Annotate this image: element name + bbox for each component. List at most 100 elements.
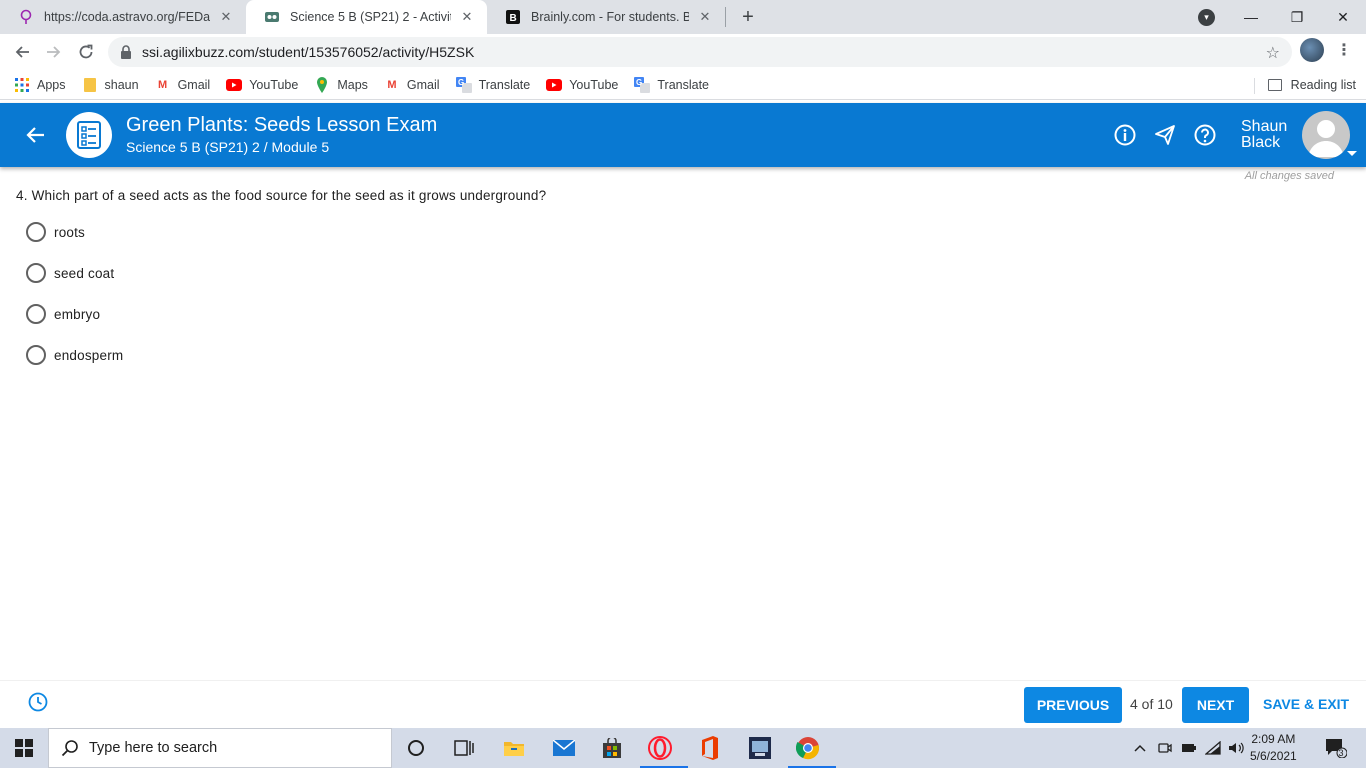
option-label: roots xyxy=(54,224,86,240)
answer-option-seed-coat[interactable]: seed coat xyxy=(26,263,114,283)
back-arrow-icon[interactable] xyxy=(24,123,48,147)
store-icon[interactable] xyxy=(592,732,632,764)
tab-separator xyxy=(725,7,726,27)
tab-title: Science 5 B (SP21) 2 - Activities xyxy=(290,10,451,24)
bookmark-star-icon[interactable]: ☆ xyxy=(1266,43,1280,63)
volume-icon[interactable] xyxy=(1226,728,1246,768)
bookmark-shaun[interactable]: shaun xyxy=(82,77,139,93)
mail-icon[interactable] xyxy=(544,732,584,764)
action-center-icon[interactable]: 3 xyxy=(1322,728,1350,768)
radio-button[interactable] xyxy=(26,263,46,283)
app-header: Green Plants: Seeds Lesson Exam Science … xyxy=(0,103,1366,167)
answer-option-roots[interactable]: roots xyxy=(26,222,85,242)
reload-icon[interactable] xyxy=(70,36,102,68)
bookmark-apps[interactable]: Apps xyxy=(14,77,66,93)
bookmark-translate[interactable]: G Translate xyxy=(634,76,709,93)
tab-title: https://coda.astravo.org/FEDashb xyxy=(44,10,210,24)
exam-footer: PREVIOUS 4 of 10 NEXT SAVE & EXIT xyxy=(0,680,1366,728)
exam-icon xyxy=(66,112,112,158)
gmail-icon: M xyxy=(387,78,397,91)
browser-toolbar: ssi.agilixbuzz.com/student/153576052/act… xyxy=(0,34,1366,70)
close-window-icon[interactable]: ✕ xyxy=(1320,0,1366,34)
restore-icon[interactable]: ❐ xyxy=(1274,0,1320,34)
bookmark-translate[interactable]: G Translate xyxy=(455,76,530,93)
address-bar[interactable]: ssi.agilixbuzz.com/student/153576052/act… xyxy=(108,37,1292,67)
send-icon[interactable] xyxy=(1153,123,1177,147)
tab-search-icon[interactable]: ▾ xyxy=(1198,9,1215,26)
info-icon[interactable] xyxy=(1113,123,1137,147)
wifi-icon[interactable] xyxy=(1203,728,1223,768)
bookmarks-bar: Apps shaun M Gmail YouTube Maps M Gmail … xyxy=(0,70,1366,100)
translate-icon: G xyxy=(455,76,472,93)
battery-icon[interactable] xyxy=(1179,728,1199,768)
browser-menu-icon[interactable]: ⋮ xyxy=(1336,40,1352,60)
option-label: embryo xyxy=(54,306,101,322)
svg-text:B: B xyxy=(510,13,517,24)
next-button[interactable]: NEXT xyxy=(1182,687,1249,723)
lightbulb-icon xyxy=(18,9,34,25)
reading-list-button[interactable]: Reading list xyxy=(1267,70,1356,100)
cortana-icon[interactable] xyxy=(396,732,436,764)
tab-strip: https://coda.astravo.org/FEDashb ✕ Scien… xyxy=(0,0,1366,34)
save-status: All changes saved xyxy=(1244,170,1334,182)
bookmark-divider xyxy=(1254,78,1255,94)
answer-option-endosperm[interactable]: endosperm xyxy=(26,345,123,365)
bookmark-maps[interactable]: Maps xyxy=(314,76,368,93)
bookmark-label: YouTube xyxy=(249,77,299,92)
page-title: Green Plants: Seeds Lesson Exam xyxy=(126,114,438,136)
close-tab-icon[interactable]: ✕ xyxy=(697,9,713,25)
clock-date: 5/6/2021 xyxy=(1250,749,1297,763)
translate-icon: G xyxy=(634,76,651,93)
help-icon[interactable] xyxy=(1193,123,1217,147)
system-clock[interactable]: 2:09 AM 5/6/2021 xyxy=(1250,731,1297,765)
bookmark-gmail[interactable]: M Gmail xyxy=(155,77,210,93)
lock-icon[interactable] xyxy=(120,45,132,59)
clock-icon[interactable] xyxy=(28,692,48,712)
save-exit-button[interactable]: SAVE & EXIT xyxy=(1263,696,1349,712)
bookmark-youtube[interactable]: YouTube xyxy=(546,77,618,93)
taskbar-search-input[interactable]: Type here to search xyxy=(48,728,392,768)
notification-count: 3 xyxy=(1338,748,1344,758)
file-explorer-icon[interactable] xyxy=(494,732,534,764)
show-hidden-icons-icon[interactable] xyxy=(1130,728,1150,768)
previous-button[interactable]: PREVIOUS xyxy=(1024,687,1122,723)
tab-brainly[interactable]: B Brainly.com - For students. By stu ✕ xyxy=(487,0,725,34)
chrome-icon[interactable] xyxy=(788,732,836,768)
url-text: ssi.agilixbuzz.com/student/153576052/act… xyxy=(142,44,475,60)
brainly-icon: B xyxy=(505,9,521,25)
maps-icon xyxy=(314,76,330,93)
new-tab-button[interactable]: + xyxy=(734,3,762,31)
radio-button[interactable] xyxy=(26,222,46,242)
user-last-name: Black xyxy=(1241,134,1281,151)
search-icon xyxy=(61,739,79,757)
reading-list-icon xyxy=(1267,79,1282,91)
forward-icon[interactable] xyxy=(38,36,70,68)
close-tab-icon[interactable]: ✕ xyxy=(459,9,475,25)
app-icon[interactable] xyxy=(740,732,780,764)
radio-button[interactable] xyxy=(26,304,46,324)
profile-avatar[interactable] xyxy=(1300,38,1324,62)
meet-now-icon[interactable] xyxy=(1155,728,1175,768)
user-menu-caret-icon[interactable] xyxy=(1347,151,1357,156)
bookmark-label: Apps xyxy=(37,77,66,92)
radio-button[interactable] xyxy=(26,345,46,365)
apps-grid-icon xyxy=(14,77,30,93)
task-view-icon[interactable] xyxy=(444,732,484,764)
tab-science-activities[interactable]: Science 5 B (SP21) 2 - Activities ✕ xyxy=(246,0,487,34)
bookmark-gmail[interactable]: M Gmail xyxy=(384,77,439,93)
minimize-icon[interactable]: — xyxy=(1228,0,1274,34)
opera-icon[interactable] xyxy=(640,732,688,768)
svg-text:G: G xyxy=(636,78,642,87)
close-tab-icon[interactable]: ✕ xyxy=(218,9,234,25)
tab-coda[interactable]: https://coda.astravo.org/FEDashb ✕ xyxy=(0,0,246,34)
youtube-icon xyxy=(226,77,243,93)
user-name[interactable]: Shaun Black xyxy=(1241,119,1287,151)
search-placeholder: Type here to search xyxy=(89,740,218,756)
avatar[interactable] xyxy=(1302,111,1350,159)
back-icon[interactable] xyxy=(6,36,38,68)
bookmark-youtube[interactable]: YouTube xyxy=(226,77,298,93)
question-text: 4. Which part of a seed acts as the food… xyxy=(16,188,547,203)
windows-start-icon[interactable] xyxy=(0,728,48,768)
office-icon[interactable] xyxy=(690,732,730,764)
answer-option-embryo[interactable]: embryo xyxy=(26,304,100,324)
